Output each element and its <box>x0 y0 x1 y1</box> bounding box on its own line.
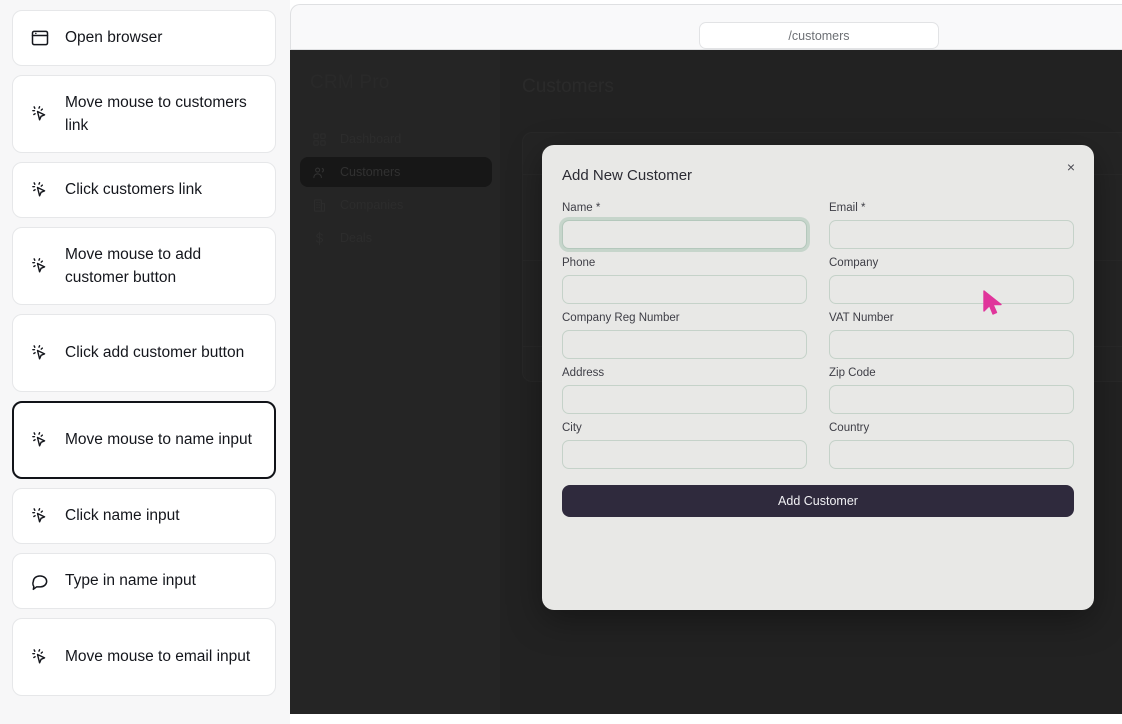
field-label: VAT Number <box>829 312 894 324</box>
field-label: City <box>562 422 582 434</box>
field-label: Country <box>829 422 870 434</box>
task-step-8[interactable]: Move mouse to email input <box>12 618 276 696</box>
cursor-click-icon <box>29 505 51 527</box>
task-step-2[interactable]: Click customers link <box>12 162 276 218</box>
browser-window: /customers CRM Pro Dashboard Customers Com… <box>290 0 1122 714</box>
add-customer-modal: Add New Customer × Name * Email * Phone Com… <box>542 145 1094 610</box>
cursor-click-icon <box>29 255 51 277</box>
form-field: Zip Code <box>829 367 1074 414</box>
input-zip-code[interactable] <box>829 385 1074 414</box>
input-phone[interactable] <box>562 275 807 304</box>
task-step-6[interactable]: Click name input <box>12 488 276 544</box>
crm-app: CRM Pro Dashboard Customers Companies Deals… <box>290 50 1122 714</box>
form-field: Company Reg Number <box>562 312 807 359</box>
form-field: Email * <box>829 202 1074 249</box>
task-step-1[interactable]: Move mouse to customers link <box>12 75 276 153</box>
form-field: Country <box>829 422 1074 469</box>
form-field: VAT Number <box>829 312 1074 359</box>
input-address[interactable] <box>562 385 807 414</box>
close-icon[interactable]: × <box>1062 158 1080 176</box>
modal-title: Add New Customer <box>562 167 693 184</box>
task-steps-panel: Open browser Move mouse to customers link… <box>0 0 290 724</box>
task-step-5[interactable]: Move mouse to name input <box>12 401 276 479</box>
field-label: Company Reg Number <box>562 312 680 324</box>
cursor-click-icon <box>29 429 51 451</box>
task-step-7[interactable]: Type in name input <box>12 553 276 609</box>
url-text: /customers <box>788 28 850 43</box>
task-step-label: Move mouse to email input <box>65 648 251 666</box>
add-customer-submit-button[interactable]: Add Customer <box>562 485 1074 517</box>
input-name[interactable] <box>562 220 807 249</box>
field-label: Address <box>562 367 605 379</box>
form-field: City <box>562 422 807 469</box>
task-step-label: Click name input <box>65 507 180 525</box>
browser-toolbar: /customers <box>290 4 1122 50</box>
field-label: Company <box>829 257 879 269</box>
field-label: Name * <box>562 202 601 214</box>
input-company-reg-number[interactable] <box>562 330 807 359</box>
input-vat-number[interactable] <box>829 330 1074 359</box>
cursor-click-icon <box>29 179 51 201</box>
field-label: Zip Code <box>829 367 876 379</box>
add-customer-form: Name * Email * Phone Company Company Reg Num… <box>562 202 1074 469</box>
form-field: Name * <box>562 202 807 249</box>
form-field: Address <box>562 367 807 414</box>
cursor-click-icon <box>29 103 51 125</box>
browser-window-icon <box>29 27 51 49</box>
cursor-click-icon <box>29 646 51 668</box>
field-label: Phone <box>562 257 596 269</box>
task-step-label: Move mouse to add customer button <box>65 245 202 286</box>
screen-root: Open browser Move mouse to customers link… <box>0 0 1122 724</box>
task-step-label: Move mouse to customers link <box>65 93 247 134</box>
cursor-click-icon <box>29 342 51 364</box>
task-step-label: Open browser <box>65 29 163 47</box>
input-email[interactable] <box>829 220 1074 249</box>
input-country[interactable] <box>829 440 1074 469</box>
task-step-3[interactable]: Move mouse to add customer button <box>12 227 276 305</box>
task-step-label: Click add customer button <box>65 344 245 362</box>
speech-bubble-icon <box>29 570 51 592</box>
input-company[interactable] <box>829 275 1074 304</box>
field-label: Email * <box>829 202 866 214</box>
task-step-label: Click customers link <box>65 181 202 199</box>
task-step-0[interactable]: Open browser <box>12 10 276 66</box>
task-step-label: Type in name input <box>65 572 196 590</box>
form-field: Company <box>829 257 1074 304</box>
form-field: Phone <box>562 257 807 304</box>
task-step-4[interactable]: Click add customer button <box>12 314 276 392</box>
task-step-label: Move mouse to name input <box>65 431 252 449</box>
input-city[interactable] <box>562 440 807 469</box>
url-input[interactable]: /customers <box>699 22 939 49</box>
